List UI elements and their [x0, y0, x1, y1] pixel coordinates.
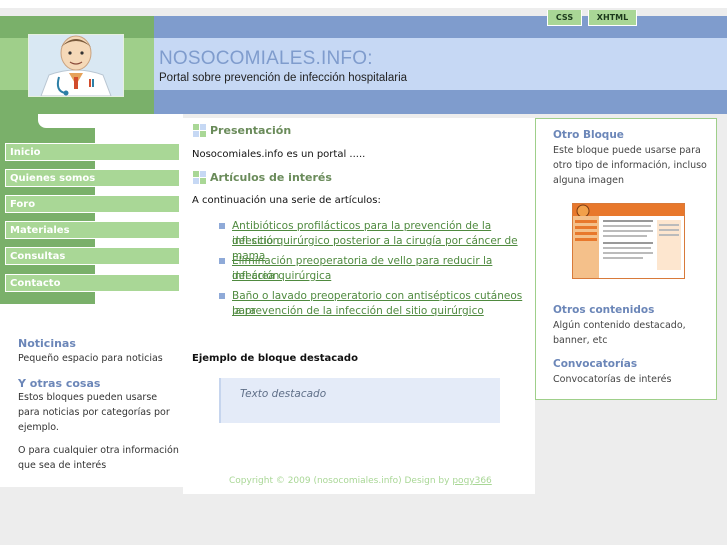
nav-item-inicio[interactable]: Inicio — [5, 143, 180, 161]
section-squares-icon — [193, 124, 207, 138]
featured-text: Texto destacado — [240, 388, 327, 400]
footer-copyright: Copyright © 2009 (nosocomiales.info) Des… — [229, 476, 492, 486]
css-validator-link[interactable]: CSS — [547, 10, 582, 26]
site-title: NOSOCOMIALES.INFO: — [159, 48, 373, 69]
design-by-label: Design by — [404, 476, 450, 486]
otros-contenidos-text: Algún contenido destacado, — [553, 320, 686, 331]
header-right-band — [154, 16, 727, 38]
nav-item-quienes-somos[interactable]: Quienes somos — [5, 169, 180, 187]
articulos-title: Artículos de interés — [210, 171, 332, 184]
nav-item-contacto[interactable]: Contacto — [5, 274, 180, 292]
list-bullet-icon — [219, 293, 225, 299]
doctor-logo — [28, 34, 124, 97]
list-bullet-icon — [219, 258, 225, 264]
top-strip — [0, 0, 727, 8]
doctor-icon — [29, 35, 123, 96]
header-right-band — [154, 90, 727, 114]
otros-contenidos-text: banner, etc — [553, 335, 608, 346]
designer-link[interactable]: pogy366 — [452, 476, 491, 486]
presentacion-title: Presentación — [210, 124, 292, 137]
article-link[interactable]: la prevención de la infección del sitio … — [232, 304, 534, 319]
extra-info-text: O para cualquier otra información — [18, 445, 179, 456]
nav-item-materiales[interactable]: Materiales — [5, 221, 180, 239]
otras-cosas-text: para noticias por categorías por — [18, 407, 170, 418]
extra-info-text: que sea de interés — [18, 460, 107, 471]
otras-cosas-text: Estos bloques pueden usarse — [18, 392, 158, 403]
website-thumbnail-image — [572, 203, 685, 279]
section-squares-icon — [193, 171, 207, 185]
otros-contenidos-title: Otros contenidos — [553, 304, 655, 316]
site-subtitle: Portal sobre prevención de infección hos… — [159, 72, 408, 84]
noticias-title: Noticinas — [18, 337, 76, 350]
otras-cosas-title: Y otras cosas — [18, 377, 101, 390]
xhtml-validator-link[interactable]: XHTML — [588, 10, 637, 26]
otro-bloque-title: Otro Bloque — [553, 129, 624, 141]
otro-bloque-text: alguna imagen — [553, 175, 624, 186]
left-pill-decoration — [38, 114, 183, 128]
nav-item-foro[interactable]: Foro — [5, 195, 180, 213]
otro-bloque-text: Este bloque puede usarse para — [553, 145, 701, 156]
otro-bloque-text: otro tipo de información, incluso — [553, 160, 707, 171]
convocatorias-text: Convocatorías de interés — [553, 374, 672, 385]
articulos-intro: A continuación una serie de artículos: — [192, 195, 381, 206]
noticias-text: Pequeño espacio para noticias — [18, 353, 163, 364]
copyright-text: Copyright © 2009 (nosocomiales.info) — [229, 476, 402, 486]
featured-block-title: Ejemplo de bloque destacado — [192, 353, 358, 364]
list-bullet-icon — [219, 223, 225, 229]
convocatorias-title: Convocatorías — [553, 358, 638, 370]
nav-item-consultas[interactable]: Consultas — [5, 247, 180, 265]
otras-cosas-text: ejemplo. — [18, 422, 59, 433]
featured-box — [219, 378, 500, 423]
thumbnail-icon — [573, 204, 684, 278]
presentacion-text: Nosocomiales.info es un portal ..... — [192, 149, 366, 160]
article-link[interactable]: del área quirúrgica — [232, 269, 534, 284]
